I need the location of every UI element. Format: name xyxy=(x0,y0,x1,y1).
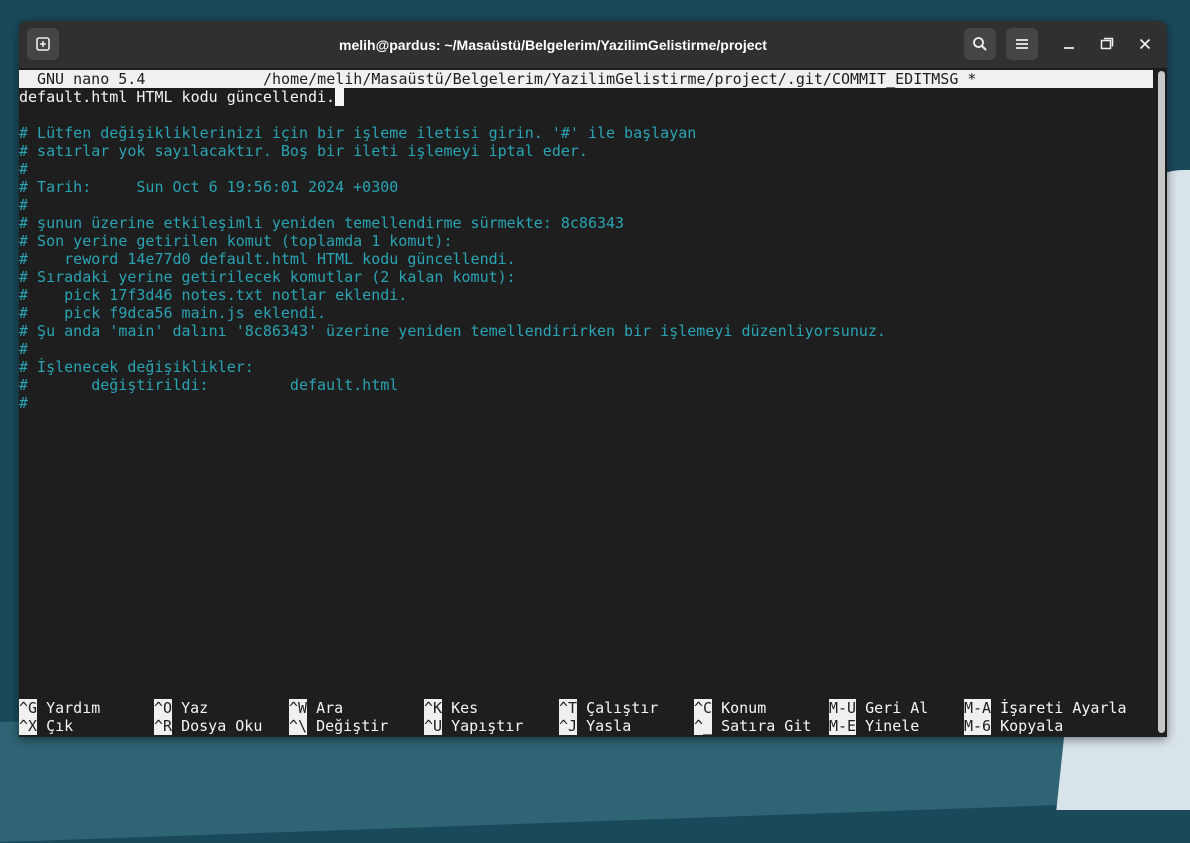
shortcut-key: M-6 xyxy=(964,717,992,735)
shortcut-label: Ara xyxy=(307,699,344,717)
shortcut-item: M-E Yinele xyxy=(829,717,919,735)
shortcut-item: ^W Ara xyxy=(289,699,343,717)
comment-line: # İşlenecek değişiklikler: xyxy=(19,358,254,376)
scrollbar[interactable] xyxy=(1158,71,1165,733)
close-icon[interactable] xyxy=(1129,28,1161,60)
shortcut-label: Kopyala xyxy=(991,717,1064,735)
shortcut-label: Çık xyxy=(37,717,74,735)
comment-line: # Lütfen değişikliklerinizi için bir işl… xyxy=(19,124,697,142)
shortcut-item: ^T Çalıştır xyxy=(559,699,658,717)
title-bar: melih@pardus: ~/Masaüstü/Belgelerim/Yazi… xyxy=(19,21,1167,69)
shortcut-item: ^R Dosya Oku xyxy=(154,717,262,735)
shortcut-item: ^G Yardım xyxy=(19,699,100,717)
terminal-content[interactable]: GNU nano 5.4/home/melih/Masaüstü/Belgele… xyxy=(19,69,1155,737)
shortcut-key: ^\ xyxy=(289,717,308,735)
shortcut-key: ^X xyxy=(19,717,38,735)
comment-line: # xyxy=(19,340,29,358)
comment-line: # Tarih: Sun Oct 6 19:56:01 2024 +0300 xyxy=(19,178,399,196)
comment-line: # reword 14e77d0 default.html HTML kodu … xyxy=(19,250,516,268)
shortcut-key: ^G xyxy=(19,699,38,717)
shortcut-label: Yapıştır xyxy=(442,717,524,735)
comment-line: # şunun üzerine etkileşimli yeniden teme… xyxy=(19,214,625,232)
shortcut-key: ^R xyxy=(154,717,173,735)
shortcut-item: ^K Kes xyxy=(424,699,478,717)
shortcut-item: ^U Yapıştır xyxy=(424,717,523,735)
shortcut-label: Yasla xyxy=(577,717,632,735)
comment-line: # değiştirildi: default.html xyxy=(19,376,399,394)
comment-line: # xyxy=(19,196,29,214)
shortcut-label: Konum xyxy=(712,699,767,717)
shortcut-label: Yinele xyxy=(856,717,920,735)
comment-line: # xyxy=(19,160,29,178)
shortcut-item: ^_ Satıra Git xyxy=(694,717,811,735)
comment-line: # pick f9dca56 main.js eklendi. xyxy=(19,304,327,322)
shortcut-label: Geri Al xyxy=(856,699,929,717)
shortcut-label: Yaz xyxy=(172,699,209,717)
nano-version: GNU nano 5.4 xyxy=(37,70,146,88)
maximize-icon[interactable] xyxy=(1091,28,1123,60)
commit-message-text[interactable]: default.html HTML kodu güncellendi. xyxy=(19,88,335,106)
shortcut-label: Yardım xyxy=(37,699,101,717)
shortcut-key: ^W xyxy=(289,699,308,717)
shortcut-item: M-6 Kopyala xyxy=(964,717,1063,735)
shortcut-key: ^O xyxy=(154,699,173,717)
minimize-icon[interactable] xyxy=(1053,28,1085,60)
text-cursor xyxy=(335,88,345,106)
shortcut-key: ^U xyxy=(424,717,443,735)
comment-line: # satırlar yok sayılacaktır. Boş bir ile… xyxy=(19,142,588,160)
shortcut-item: M-U Geri Al xyxy=(829,699,928,717)
shortcut-item: M-A İşareti Ayarla xyxy=(964,699,1127,717)
hamburger-menu-icon[interactable] xyxy=(1006,28,1038,60)
shortcut-key: M-E xyxy=(829,717,857,735)
shortcut-label: Değiştir xyxy=(307,717,389,735)
shortcut-label: Satıra Git xyxy=(712,717,812,735)
comment-line: # pick 17f3d46 notes.txt notlar eklendi. xyxy=(19,286,408,304)
comment-line: # xyxy=(19,394,29,412)
new-tab-icon[interactable] xyxy=(27,28,59,60)
window-title: melih@pardus: ~/Masaüstü/Belgelerim/Yazi… xyxy=(339,36,767,53)
shortcut-key: ^K xyxy=(424,699,443,717)
shortcut-item: ^X Çık xyxy=(19,717,73,735)
shortcut-label: Dosya Oku xyxy=(172,717,263,735)
shortcut-key: M-U xyxy=(829,699,857,717)
shortcut-item: ^O Yaz xyxy=(154,699,208,717)
comment-line: # Son yerine getirilen komut (toplamda 1… xyxy=(19,232,453,250)
shortcut-label: Çalıştır xyxy=(577,699,659,717)
shortcut-item: ^C Konum xyxy=(694,699,766,717)
comment-line: # Sıradaki yerine getirilecek komutlar (… xyxy=(19,268,516,286)
shortcut-key: ^J xyxy=(559,717,578,735)
comment-line: # Şu anda 'main' dalını '8c86343' üzerin… xyxy=(19,322,886,340)
shortcut-item: ^J Yasla xyxy=(559,717,631,735)
shortcut-item: ^\ Değiştir xyxy=(289,717,388,735)
terminal-window: melih@pardus: ~/Masaüstü/Belgelerim/Yazi… xyxy=(19,21,1167,737)
shortcut-label: Kes xyxy=(442,699,479,717)
shortcut-key: ^T xyxy=(559,699,578,717)
commit-message-line[interactable]: default.html HTML kodu güncellendi. xyxy=(19,88,345,106)
shortcut-key: ^C xyxy=(694,699,713,717)
nano-header: GNU nano 5.4/home/melih/Masaüstü/Belgele… xyxy=(19,70,1153,88)
shortcut-label: İşareti Ayarla xyxy=(991,699,1127,717)
nano-file-path: /home/melih/Masaüstü/Belgelerim/YazilimG… xyxy=(263,70,977,88)
shortcut-key: ^_ xyxy=(694,717,713,735)
shortcut-key: M-A xyxy=(964,699,992,717)
search-icon[interactable] xyxy=(964,28,996,60)
